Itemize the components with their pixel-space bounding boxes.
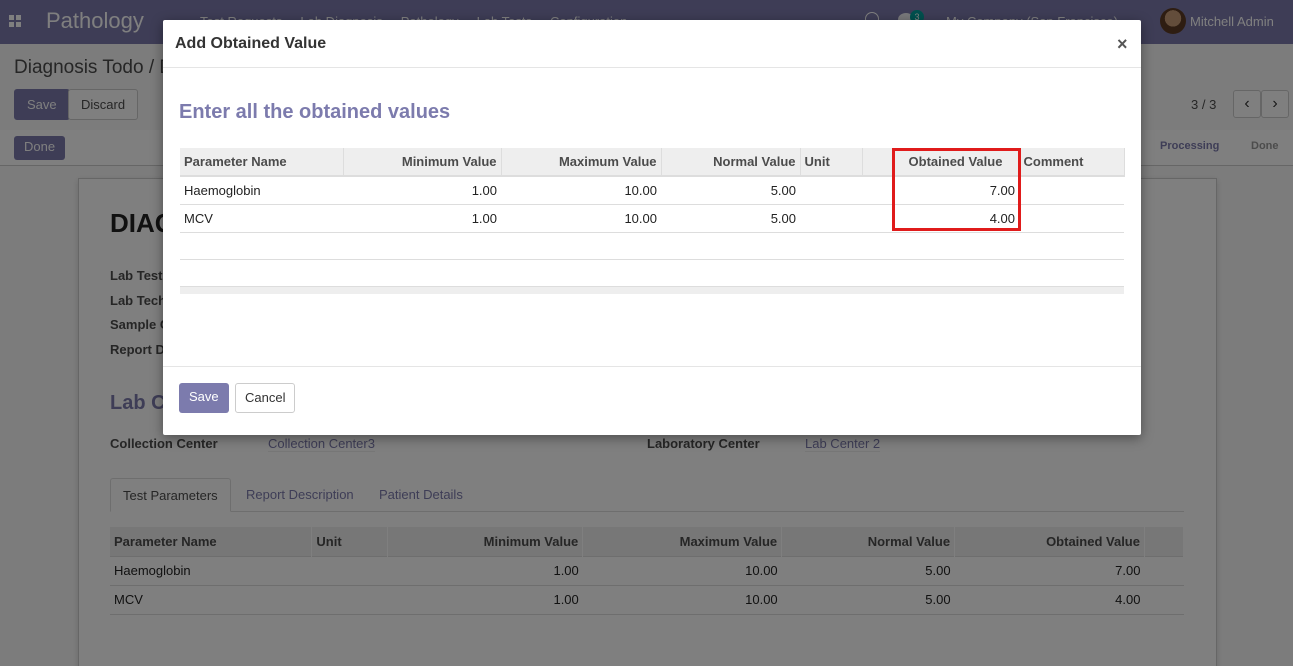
cell-minimum-value: 1.00	[343, 176, 501, 205]
column-header[interactable]: Parameter Name	[180, 148, 344, 177]
comment-input[interactable]	[1019, 204, 1124, 233]
cell-normal-value: 5.00	[661, 204, 800, 233]
empty-row	[180, 232, 1124, 260]
column-header-empty	[862, 148, 893, 177]
modal-title: Add Obtained Value	[175, 35, 327, 52]
cell-empty	[862, 176, 892, 205]
modal-header: Add Obtained Value ×	[163, 20, 1141, 68]
cell-empty	[862, 204, 892, 233]
comment-input[interactable]	[1019, 176, 1124, 205]
column-header[interactable]: Unit	[800, 148, 863, 177]
column-header[interactable]: Normal Value	[661, 148, 801, 177]
cell-minimum-value: 1.00	[343, 204, 501, 233]
column-header[interactable]: Maximum Value	[501, 148, 662, 177]
empty-row	[180, 259, 1124, 287]
add-obtained-value-dialog: Add Obtained Value × Enter all the obtai…	[163, 20, 1141, 435]
modal-footer	[163, 366, 1141, 435]
cell-parameter-name: MCV	[180, 204, 343, 233]
cell-unit	[800, 204, 862, 233]
column-header[interactable]: Comment	[1019, 148, 1125, 177]
cell-maximum-value: 10.00	[501, 204, 661, 233]
cell-parameter-name: Haemoglobin	[180, 176, 343, 205]
dialog-save-button[interactable]: Save	[179, 383, 229, 413]
close-icon[interactable]: ×	[1117, 34, 1128, 55]
modal-heading: Enter all the obtained values	[179, 101, 451, 123]
cell-maximum-value: 10.00	[501, 176, 661, 205]
column-header[interactable]: Minimum Value	[343, 148, 502, 177]
dialog-cancel-button[interactable]: Cancel	[235, 383, 296, 413]
obtained-value-highlight-box	[892, 148, 1021, 231]
cell-unit	[800, 176, 862, 205]
table-footer	[180, 286, 1124, 294]
cell-normal-value: 5.00	[661, 176, 800, 205]
